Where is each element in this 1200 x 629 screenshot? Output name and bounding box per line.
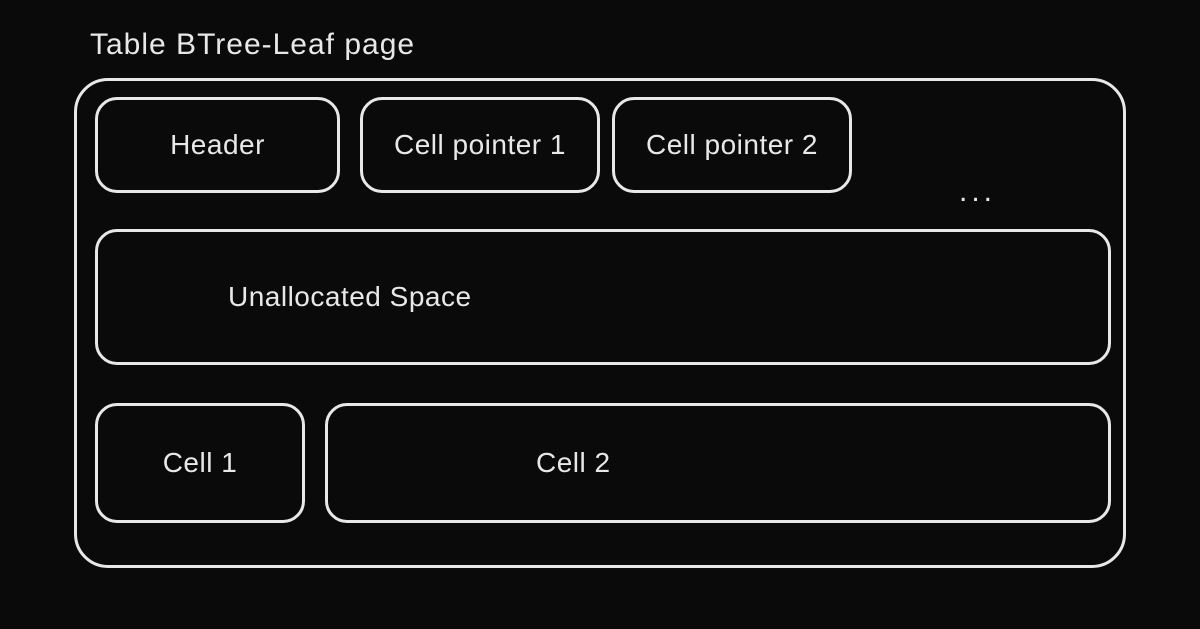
cell-pointer-1-box: Cell pointer 1 xyxy=(360,97,600,193)
unallocated-space-box: Unallocated Space xyxy=(95,229,1111,365)
header-box: Header xyxy=(95,97,340,193)
cell-2-label: Cell 2 xyxy=(536,447,611,479)
cell-2-box: Cell 2 xyxy=(325,403,1111,523)
cell-1-label: Cell 1 xyxy=(163,447,238,479)
cell-pointer-2-label: Cell pointer 2 xyxy=(646,129,818,161)
header-label: Header xyxy=(170,129,265,161)
diagram-title: Table BTree-Leaf page xyxy=(90,28,415,62)
unallocated-space-label: Unallocated Space xyxy=(228,281,472,313)
cell-pointer-1-label: Cell pointer 1 xyxy=(394,129,566,161)
diagram-canvas: Table BTree-Leaf page Header Cell pointe… xyxy=(0,0,1200,629)
page-container: Header Cell pointer 1 Cell pointer 2 ...… xyxy=(74,78,1126,568)
ellipsis-icon: ... xyxy=(959,175,996,209)
cell-1-box: Cell 1 xyxy=(95,403,305,523)
cell-pointer-2-box: Cell pointer 2 xyxy=(612,97,852,193)
